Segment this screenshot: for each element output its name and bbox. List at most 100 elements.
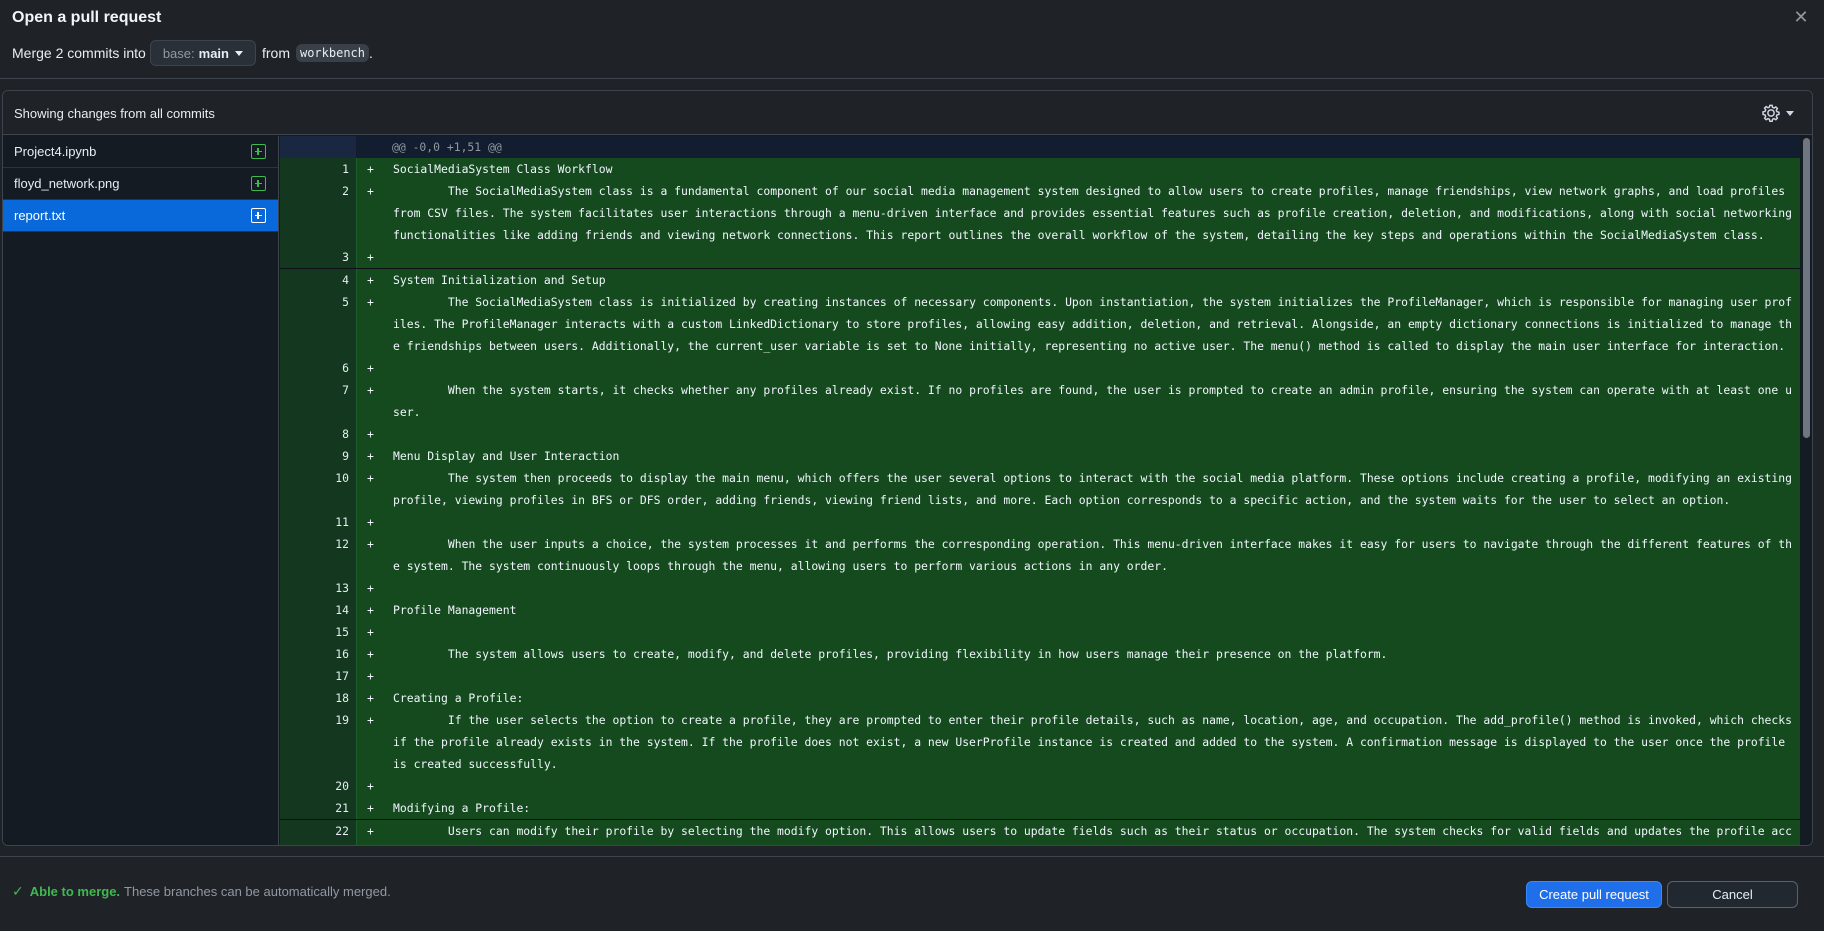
old-line-number bbox=[280, 643, 318, 665]
new-line-number[interactable]: 19 bbox=[318, 709, 356, 775]
addition-marker: + bbox=[367, 427, 374, 441]
file-item[interactable]: floyd_network.png bbox=[3, 168, 278, 200]
old-line-number bbox=[280, 357, 318, 379]
old-line-number bbox=[280, 820, 318, 845]
diff-line: 11 + bbox=[280, 511, 1800, 533]
new-line-number[interactable]: 16 bbox=[318, 643, 356, 665]
diff-line: 9 + Menu Display and User Interaction bbox=[280, 445, 1800, 467]
old-line-number bbox=[280, 709, 318, 775]
line-content: The SocialMediaSystem class is a fundame… bbox=[393, 184, 1799, 242]
new-line-number[interactable]: 9 bbox=[318, 445, 356, 467]
diff-line: 10 + The system then proceeds to display … bbox=[280, 467, 1800, 511]
new-line-number[interactable]: 22 bbox=[318, 820, 356, 845]
close-icon[interactable]: ✕ bbox=[1790, 6, 1812, 28]
line-content bbox=[393, 775, 1800, 797]
new-line-number[interactable]: 3 bbox=[318, 246, 356, 268]
line-content: The system allows users to create, modif… bbox=[393, 647, 1388, 661]
new-line-number[interactable]: 8 bbox=[318, 423, 356, 445]
line-content: Modifying a Profile: bbox=[393, 801, 531, 815]
dialog-title: Open a pull request bbox=[12, 9, 162, 26]
old-line-number bbox=[280, 511, 318, 533]
new-line-number[interactable]: 12 bbox=[318, 533, 356, 577]
old-line-number bbox=[280, 423, 318, 445]
cancel-button[interactable]: Cancel bbox=[1667, 881, 1798, 908]
new-line-number[interactable]: 11 bbox=[318, 511, 356, 533]
hunk-header-text: @@ -0,0 +1,51 @@ bbox=[392, 140, 502, 154]
diff-settings-button[interactable] bbox=[1762, 103, 1798, 123]
addition-marker: + bbox=[367, 383, 374, 397]
line-content: If the user selects the option to create… bbox=[393, 713, 1799, 771]
new-line-number[interactable]: 18 bbox=[318, 687, 356, 709]
file-list: Project4.ipynb floyd_network.png report.tx… bbox=[3, 136, 279, 845]
pull-request-dialog: Open a pull request ✕ Merge 2 commits in… bbox=[0, 0, 1824, 931]
addition-marker: + bbox=[367, 471, 374, 485]
old-line-number bbox=[280, 445, 318, 467]
new-line-number[interactable]: 6 bbox=[318, 357, 356, 379]
line-content: When the user inputs a choice, the syste… bbox=[393, 537, 1792, 573]
diff-line: 21 + Modifying a Profile: bbox=[280, 797, 1800, 819]
file-item[interactable]: report.txt bbox=[3, 200, 278, 232]
file-name: Project4.ipynb bbox=[14, 144, 97, 159]
diff-line: 5 + The SocialMediaSystem class is initia… bbox=[280, 291, 1800, 357]
diff-line: 19 + If the user selects the option to cr… bbox=[280, 709, 1800, 775]
line-content: The SocialMediaSystem class is initializ… bbox=[393, 295, 1792, 353]
scrollbar-thumb[interactable] bbox=[1803, 138, 1810, 438]
addition-marker: + bbox=[367, 162, 374, 176]
merge-prefix: Merge 2 commits into bbox=[12, 45, 146, 61]
line-content bbox=[393, 621, 1800, 643]
diff-line: 20 + bbox=[280, 775, 1800, 797]
merge-summary: Merge 2 commits into base: main from wor… bbox=[12, 40, 373, 66]
create-pull-request-button[interactable]: Create pull request bbox=[1526, 881, 1662, 908]
addition-marker: + bbox=[367, 581, 374, 595]
hunk-header: @@ -0,0 +1,51 @@ bbox=[280, 136, 1800, 158]
line-content: Users can modify their profile by select… bbox=[447, 824, 1792, 838]
diff-line: 14 + Profile Management bbox=[280, 599, 1800, 621]
line-content bbox=[393, 511, 1800, 533]
check-icon: ✓ bbox=[12, 883, 24, 899]
file-added-icon bbox=[251, 176, 266, 191]
addition-marker: + bbox=[367, 669, 374, 683]
new-line-number[interactable]: 4 bbox=[318, 269, 356, 291]
new-line-number[interactable]: 14 bbox=[318, 599, 356, 621]
file-item[interactable]: Project4.ipynb bbox=[3, 136, 278, 168]
line-content: System Initialization and Setup bbox=[393, 273, 606, 287]
diff-line: 1 + SocialMediaSystem Class Workflow bbox=[280, 158, 1800, 180]
new-line-number[interactable]: 1 bbox=[318, 158, 356, 180]
diff-line: 17 + bbox=[280, 665, 1800, 687]
new-line-number[interactable]: 10 bbox=[318, 467, 356, 511]
diff-line: 18 + Creating a Profile: bbox=[280, 687, 1800, 709]
new-line-number[interactable]: 13 bbox=[318, 577, 356, 599]
caret-down-icon bbox=[1786, 110, 1794, 116]
addition-marker: + bbox=[367, 647, 374, 661]
new-line-number[interactable]: 20 bbox=[318, 775, 356, 797]
addition-marker: + bbox=[367, 779, 374, 793]
new-line-number[interactable]: 17 bbox=[318, 665, 356, 687]
from-label: from bbox=[261, 45, 290, 61]
line-content bbox=[393, 246, 1800, 268]
old-line-number bbox=[280, 797, 318, 819]
line-content: When the system starts, it checks whethe… bbox=[393, 383, 1792, 419]
diff-line: 2 + The SocialMediaSystem class is a fund… bbox=[280, 180, 1800, 246]
old-line-number bbox=[280, 687, 318, 709]
old-line-number bbox=[280, 665, 318, 687]
addition-marker: + bbox=[367, 295, 374, 309]
diff-line: 6 + bbox=[280, 357, 1800, 379]
addition-marker: + bbox=[367, 273, 374, 287]
new-line-number[interactable]: 15 bbox=[318, 621, 356, 643]
addition-marker: + bbox=[367, 824, 374, 838]
base-branch-selector[interactable]: base: main bbox=[149, 40, 256, 66]
new-line-number[interactable]: 2 bbox=[318, 180, 356, 246]
new-line-number[interactable]: 21 bbox=[318, 797, 356, 819]
addition-marker: + bbox=[367, 603, 374, 617]
merge-status-text: These branches can be automatically merg… bbox=[124, 884, 391, 899]
addition-marker: + bbox=[367, 801, 374, 815]
addition-marker: + bbox=[367, 250, 374, 264]
merge-status-strong: Able to merge. bbox=[29, 884, 121, 899]
file-name: floyd_network.png bbox=[14, 176, 120, 191]
base-label: base: bbox=[162, 45, 195, 61]
old-line-number bbox=[280, 180, 318, 246]
file-name: report.txt bbox=[14, 208, 66, 223]
new-line-number[interactable]: 7 bbox=[318, 379, 356, 423]
new-line-number[interactable]: 5 bbox=[318, 291, 356, 357]
diff-scrollbar[interactable] bbox=[1801, 136, 1812, 845]
